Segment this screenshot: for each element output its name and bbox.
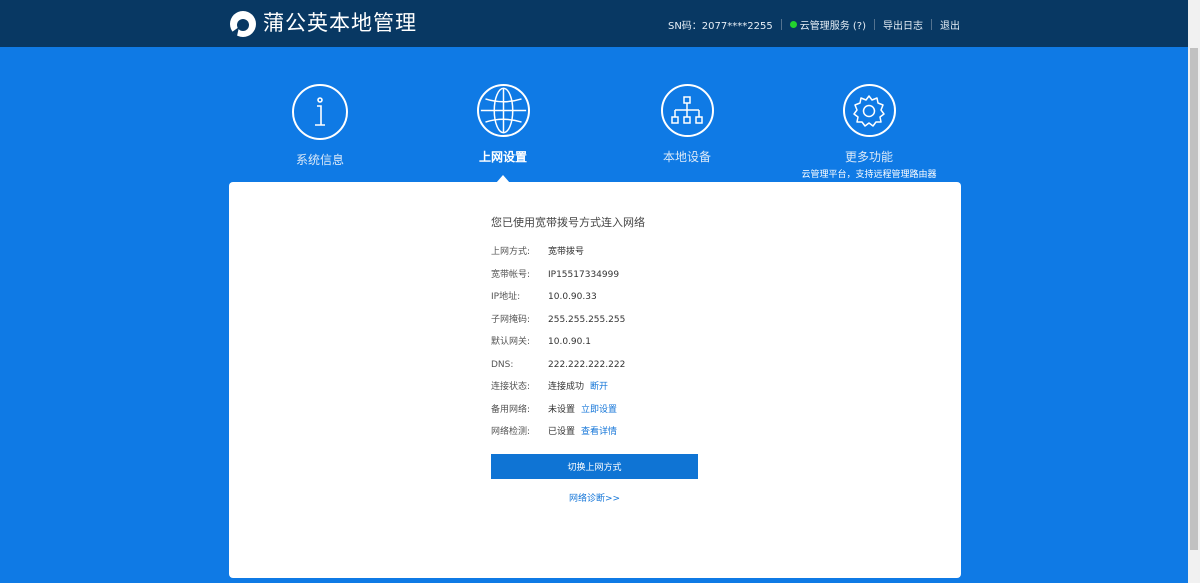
gear-icon bbox=[842, 84, 896, 137]
info-value: 连接成功 断开 bbox=[548, 380, 608, 394]
info-label: 备用网络: bbox=[491, 405, 531, 415]
info-icon bbox=[292, 84, 348, 140]
nav-system-info[interactable]: 系统信息 bbox=[250, 84, 390, 168]
info-label: 连接状态: bbox=[491, 382, 531, 392]
nav-subtitle-more-features: 云管理平台，支持远程管理路由器 bbox=[801, 170, 937, 180]
status-text: 未设置 bbox=[548, 405, 576, 415]
setup-now-link[interactable]: 立即设置 bbox=[581, 405, 617, 415]
connection-summary: 您已使用宽带拨号方式连入网络 bbox=[491, 216, 645, 229]
divider bbox=[874, 18, 875, 30]
info-value: 255.255.255.255 bbox=[548, 315, 626, 325]
info-value: 10.0.90.33 bbox=[548, 292, 597, 302]
status-text: 已设置 bbox=[548, 427, 576, 437]
scrollbar-track[interactable] bbox=[1188, 0, 1200, 583]
info-value: 222.222.222.222 bbox=[548, 360, 626, 370]
nav-label-local-devices: 本地设备 bbox=[662, 150, 711, 164]
info-label: 宽带帐号: bbox=[491, 270, 531, 280]
online-status-icon bbox=[789, 20, 797, 28]
info-label: IP地址: bbox=[491, 292, 521, 302]
export-log-link[interactable]: 导出日志 bbox=[883, 17, 923, 32]
divider bbox=[780, 18, 782, 30]
sn-code: SN码：2077****2255 bbox=[667, 20, 773, 32]
globe-icon bbox=[476, 84, 530, 137]
info-label: 上网方式: bbox=[491, 247, 531, 257]
nav-label-more-features: 更多功能 bbox=[844, 150, 893, 164]
info-value: 未设置 立即设置 bbox=[548, 403, 617, 417]
internet-settings-panel: 您已使用宽带拨号方式连入网络 上网方式: 宽带拨号 宽带帐号: IP155173… bbox=[229, 182, 961, 578]
info-value: 10.0.90.1 bbox=[548, 337, 591, 347]
nav-label-internet-settings: 上网设置 bbox=[478, 150, 527, 164]
logout-link[interactable]: 退出 bbox=[940, 17, 960, 32]
switch-connection-button[interactable]: 切换上网方式 bbox=[491, 454, 698, 479]
network-diagnose-link[interactable]: 网络诊断>> bbox=[491, 491, 698, 504]
cloud-service-link[interactable]: 云管理服务 (?) bbox=[800, 17, 866, 32]
info-label: 网络检测: bbox=[491, 427, 531, 437]
app-title: 蒲公英本地管理 bbox=[263, 11, 417, 35]
dandelion-logo-icon bbox=[229, 10, 257, 38]
header-toolbar: SN码：2077****2255 云管理服务 (?) 导出日志 退出 bbox=[668, 15, 960, 33]
info-label: 默认网关: bbox=[491, 337, 531, 347]
nav-label-system-info: 系统信息 bbox=[295, 153, 344, 167]
top-header: 蒲公英本地管理 SN码：2077****2255 云管理服务 (?) 导出日志 … bbox=[0, 0, 1188, 47]
scrollbar-thumb[interactable] bbox=[1190, 48, 1198, 550]
status-text: 连接成功 bbox=[548, 382, 585, 392]
info-value: IP15517334999 bbox=[548, 270, 620, 280]
nav-internet-settings[interactable]: 上网设置 bbox=[433, 84, 573, 165]
info-label: 子网掩码: bbox=[491, 315, 531, 325]
info-label: DNS: bbox=[491, 360, 514, 370]
info-value: 宽带拨号 bbox=[548, 247, 585, 257]
info-value: 已设置 查看详情 bbox=[548, 425, 617, 439]
view-details-link[interactable]: 查看详情 bbox=[581, 427, 617, 437]
nav-more-features[interactable]: 更多功能 云管理平台，支持远程管理路由器 bbox=[799, 84, 939, 180]
disconnect-link[interactable]: 断开 bbox=[590, 382, 608, 392]
divider bbox=[931, 18, 932, 30]
network-tree-icon bbox=[660, 84, 714, 137]
nav-local-devices[interactable]: 本地设备 bbox=[617, 84, 757, 165]
